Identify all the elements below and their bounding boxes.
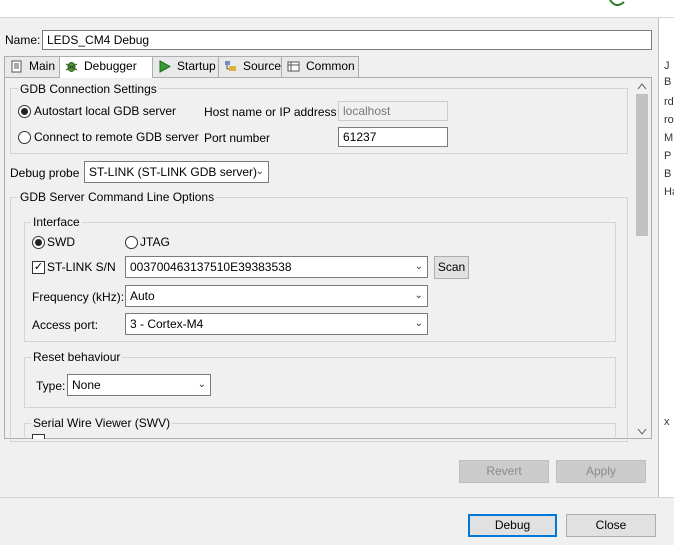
reset-type-label: Type: xyxy=(36,379,66,393)
tab-label: Debugger xyxy=(84,59,137,73)
access-port-select[interactable]: 3 - Cortex-M4 ⌄ xyxy=(125,313,428,335)
chevron-up-icon[interactable] xyxy=(637,82,647,90)
reset-type-select[interactable]: None ⌄ xyxy=(67,374,211,396)
background-text: x xyxy=(664,416,670,428)
frequency-select[interactable]: Auto ⌄ xyxy=(125,285,428,307)
debug-probe-value: ST-LINK (ST-LINK GDB server) xyxy=(89,165,258,179)
stlink-sn-checkbox[interactable]: ✓ xyxy=(32,261,45,274)
port-input[interactable]: 61237 xyxy=(338,127,448,147)
background-text: J xyxy=(664,60,670,72)
autostart-radio[interactable] xyxy=(18,105,31,118)
close-button[interactable]: Close xyxy=(566,514,656,537)
chevron-down-icon: ⌄ xyxy=(197,379,206,390)
group-title: Reset behaviour xyxy=(31,350,123,364)
separator xyxy=(0,497,674,498)
background-text: rd xyxy=(664,96,674,108)
host-input[interactable]: localhost xyxy=(338,101,448,121)
chevron-down-icon: ⌄ xyxy=(255,166,264,177)
group-title: GDB Connection Settings xyxy=(18,82,159,96)
stlink-sn-select[interactable]: 003700463137510E39383538 ⌄ xyxy=(125,256,428,278)
top-strip xyxy=(0,0,674,18)
access-port-value: 3 - Cortex-M4 xyxy=(130,317,204,331)
bug-icon xyxy=(65,62,78,72)
chevron-down-icon: ⌄ xyxy=(414,261,423,272)
host-label: Host name or IP address xyxy=(204,105,337,119)
name-input[interactable]: LEDS_CM4 Debug xyxy=(42,30,652,50)
background-text: P xyxy=(664,150,672,162)
tab-label: Startup xyxy=(177,59,216,73)
tab-label: Main xyxy=(29,59,56,73)
jtag-label: JTAG xyxy=(140,235,170,249)
play-icon xyxy=(159,60,171,73)
autostart-label: Autostart local GDB server xyxy=(34,104,177,118)
swd-radio[interactable] xyxy=(32,236,45,249)
stlink-sn-value: 003700463137510E39383538 xyxy=(130,260,292,274)
frequency-label: Frequency (kHz): xyxy=(32,290,125,304)
tab-startup[interactable]: Startup xyxy=(152,56,220,77)
background-text: B xyxy=(664,76,672,88)
debug-probe-select[interactable]: ST-LINK (ST-LINK GDB server) ⌄ xyxy=(84,161,269,183)
tab-common[interactable]: Common xyxy=(281,56,359,77)
scrollbar-thumb[interactable] xyxy=(636,94,648,236)
background-text: B xyxy=(664,168,672,180)
tab-debugger[interactable]: Debugger xyxy=(59,56,153,78)
name-label: Name: xyxy=(5,33,41,47)
chevron-down-icon: ⌄ xyxy=(414,318,423,329)
tab-label: Source xyxy=(243,59,282,73)
background-text: ro xyxy=(664,114,674,126)
access-port-label: Access port: xyxy=(32,318,99,332)
debug-button[interactable]: Debug xyxy=(468,514,557,537)
table-icon xyxy=(287,61,300,72)
document-icon xyxy=(11,60,22,73)
reset-type-value: None xyxy=(72,378,101,392)
group-title: GDB Server Command Line Options xyxy=(18,190,217,204)
scan-button[interactable]: Scan xyxy=(434,256,469,279)
tab-source[interactable]: Source xyxy=(218,56,282,77)
revert-button[interactable]: Revert xyxy=(459,460,549,483)
chevron-down-icon: ⌄ xyxy=(414,290,423,301)
frequency-value: Auto xyxy=(130,289,155,303)
gdb-connection-group xyxy=(10,88,628,154)
background-window-edge: J B rd ro M P B Ha x xyxy=(658,18,674,498)
debug-probe-label: Debug probe xyxy=(10,166,80,180)
background-text: M xyxy=(664,132,674,144)
jtag-radio[interactable] xyxy=(125,236,138,249)
source-icon xyxy=(225,61,236,71)
group-title: Serial Wire Viewer (SWV) xyxy=(31,416,173,430)
port-label: Port number xyxy=(204,131,271,145)
swv-checkbox[interactable] xyxy=(32,434,45,439)
remote-label: Connect to remote GDB server xyxy=(34,130,199,144)
stlink-sn-label: ST-LINK S/N xyxy=(47,260,116,274)
swd-label: SWD xyxy=(47,235,75,249)
group-title: Interface xyxy=(31,215,82,229)
remote-radio[interactable] xyxy=(18,131,31,144)
tab-bar: Main Debugger Startup Source Common xyxy=(4,56,652,78)
decorative-icon xyxy=(609,0,625,6)
tab-label: Common xyxy=(306,59,355,73)
tab-main[interactable]: Main xyxy=(4,56,60,77)
chevron-down-icon[interactable] xyxy=(637,428,647,436)
background-text: Ha xyxy=(664,186,674,198)
apply-button[interactable]: Apply xyxy=(556,460,646,483)
